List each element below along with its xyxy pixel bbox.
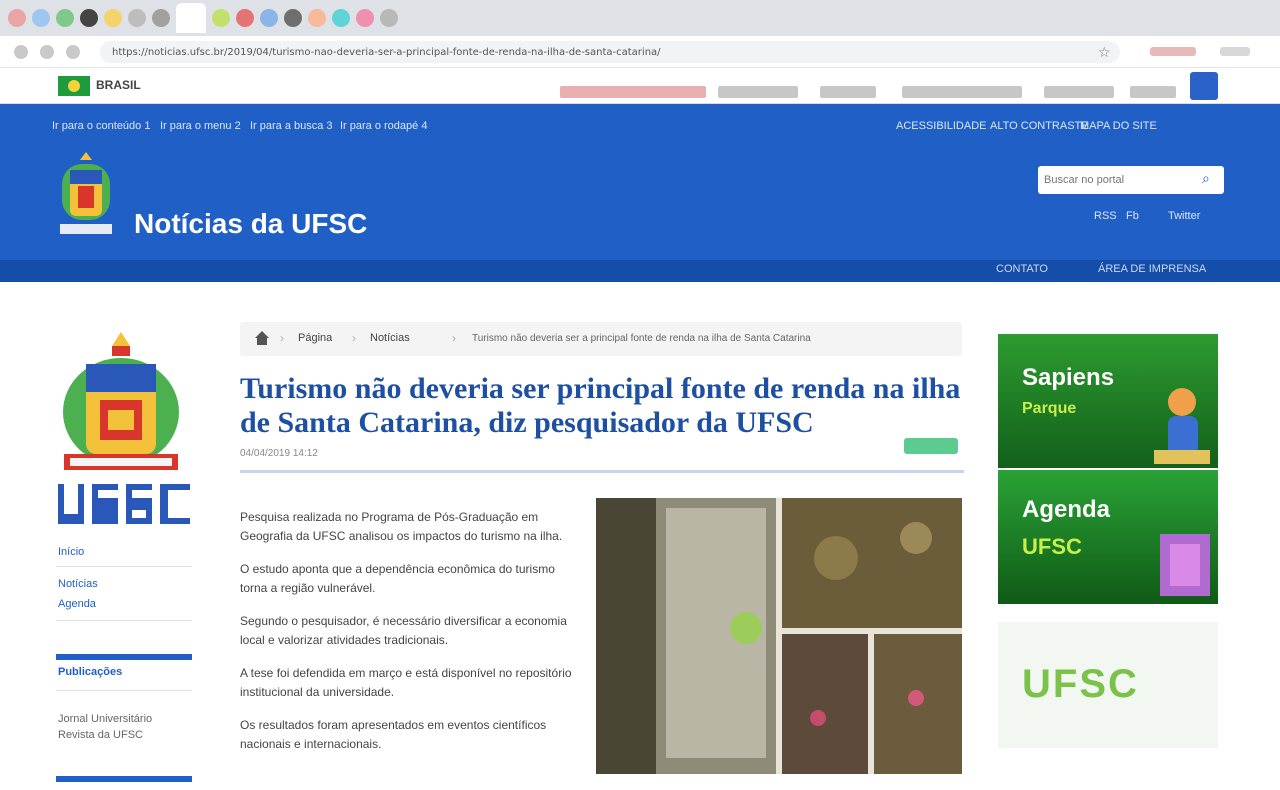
sidebar-link-inicio[interactable]: Início [58, 546, 84, 558]
banner-subtitle: UFSC [1022, 534, 1082, 559]
site-header-bottom [0, 260, 1280, 282]
banner-title: Agenda [1022, 496, 1111, 523]
browser-tab[interactable] [284, 9, 302, 27]
gov-label[interactable]: BRASIL [96, 78, 141, 92]
breadcrumb-separator: › [280, 331, 284, 345]
back-button[interactable] [14, 45, 28, 59]
banner-agenda-ufsc[interactable]: Agenda UFSC [998, 470, 1218, 604]
banner-sapiens-parque[interactable]: Sapiens Parque [998, 334, 1218, 468]
accessibility-link[interactable]: ACESSIBILIDADE [896, 120, 986, 132]
search-box: ⌕ [1038, 166, 1224, 194]
breadcrumb: › Página › Notícias › Turismo não deveri… [240, 322, 962, 356]
browser-menu-icon[interactable] [1220, 47, 1250, 56]
share-icon[interactable] [904, 438, 958, 454]
banner-subtitle: Parque [1022, 400, 1077, 417]
article-paragraph: O estudo aponta que a dependência econôm… [240, 562, 555, 595]
browser-tab[interactable] [56, 9, 74, 27]
url-input[interactable] [100, 41, 1120, 63]
sidebar-divider [56, 620, 192, 621]
site-title[interactable]: Notícias da UFSC [134, 208, 367, 240]
sidebar-link-agenda[interactable]: Agenda [58, 598, 96, 610]
banner-title: Sapiens [1022, 364, 1115, 391]
skip-to-footer-link[interactable]: Ir para o rodapé 4 [340, 120, 427, 132]
high-contrast-link[interactable]: ALTO CONTRASTE [990, 120, 1089, 132]
twitter-link[interactable]: Twitter [1168, 210, 1200, 222]
skip-to-search-link[interactable]: Ir para a busca 3 [250, 120, 333, 132]
article-paragraph: Pesquisa realizada no Programa de Pós-Gr… [240, 510, 563, 543]
article-body: Pesquisa realizada no Programa de Pós-Gr… [240, 508, 580, 768]
breadcrumb-separator: › [352, 331, 356, 345]
breadcrumb-item-pagina[interactable]: Página [298, 332, 332, 344]
gov-bar-link[interactable] [1044, 86, 1114, 98]
browser-tab-active[interactable] [176, 3, 206, 33]
browser-address-bar: ☆ [0, 36, 1280, 68]
browser-tab[interactable] [260, 9, 278, 27]
search-icon[interactable]: ⌕ [1202, 170, 1210, 187]
browser-tab-strip [0, 0, 1280, 36]
banner-ufsc-text: UFSC [1022, 662, 1139, 706]
gov-bar-link[interactable] [820, 86, 876, 98]
browser-tab[interactable] [128, 9, 146, 27]
banner-illustration-icon [1154, 388, 1210, 464]
sidebar-block-bar [56, 776, 192, 782]
home-icon[interactable] [254, 330, 270, 346]
article-paragraph: A tese foi defendida em março e está dis… [240, 666, 572, 699]
search-input[interactable] [1044, 170, 1194, 190]
breadcrumb-separator: › [452, 331, 456, 345]
gov-menu-icon[interactable] [1190, 72, 1218, 100]
sidebar-divider [56, 566, 192, 567]
breadcrumb-item-noticias[interactable]: Notícias [370, 332, 410, 344]
ufsc-coat-of-arms-icon[interactable] [60, 330, 182, 476]
ufsc-logo-icon[interactable] [58, 480, 192, 530]
gov-bar-link[interactable] [718, 86, 798, 98]
browser-tab[interactable] [212, 9, 230, 27]
rss-link[interactable]: RSS [1094, 210, 1117, 222]
banner-ufsc[interactable]: UFSC [998, 622, 1218, 748]
bookmark-star-icon[interactable]: ☆ [1098, 44, 1111, 61]
article-paragraph: Os resultados foram apresentados em even… [240, 718, 547, 751]
sidebar-block-bar [56, 654, 192, 660]
browser-tab[interactable] [356, 9, 374, 27]
brazil-flag-icon[interactable] [58, 76, 90, 96]
article-title: Turismo não deveria ser principal fonte … [240, 372, 961, 439]
gov-bar-link[interactable] [1130, 86, 1176, 98]
gov-bar-link[interactable] [902, 86, 1022, 98]
press-area-link[interactable]: ÁREA DE IMPRENSA [1098, 263, 1206, 275]
ufsc-seal-icon[interactable] [56, 150, 116, 240]
sidebar-block-link[interactable]: Jornal Universitário [58, 712, 152, 727]
skip-to-menu-link[interactable]: Ir para o menu 2 [160, 120, 241, 132]
banner-decoration-icon [1160, 534, 1210, 596]
browser-tab[interactable] [104, 9, 122, 27]
facebook-link[interactable]: Fb [1126, 210, 1139, 222]
article-date: 04/04/2019 14:12 [240, 448, 318, 459]
browser-tab[interactable] [308, 9, 326, 27]
contact-link[interactable]: CONTATO [996, 263, 1048, 275]
forward-button[interactable] [40, 45, 54, 59]
site-map-link[interactable]: MAPA DO SITE [1080, 120, 1157, 132]
breadcrumb-item-current: Turismo não deveria ser a principal font… [472, 333, 811, 344]
browser-tab[interactable] [332, 9, 350, 27]
sidebar-link-noticias[interactable]: Notícias [58, 578, 98, 590]
gov-bar-link[interactable] [560, 86, 706, 98]
sidebar-divider [56, 690, 192, 691]
reload-button[interactable] [66, 45, 80, 59]
skip-to-content-link[interactable]: Ir para o conteúdo 1 [52, 120, 150, 132]
sidebar-block-title[interactable]: Publicações [58, 666, 122, 678]
extension-icon[interactable] [1150, 47, 1196, 56]
article-photo[interactable] [596, 498, 962, 774]
browser-tab[interactable] [8, 9, 26, 27]
title-divider [240, 470, 964, 473]
browser-tab[interactable] [80, 9, 98, 27]
browser-tab[interactable] [236, 9, 254, 27]
browser-tab[interactable] [380, 9, 398, 27]
article-paragraph: Segundo o pesquisador, é necessário dive… [240, 614, 567, 647]
browser-tab[interactable] [32, 9, 50, 27]
sidebar-block-link[interactable]: Revista da UFSC [58, 728, 143, 743]
browser-tab[interactable] [152, 9, 170, 27]
